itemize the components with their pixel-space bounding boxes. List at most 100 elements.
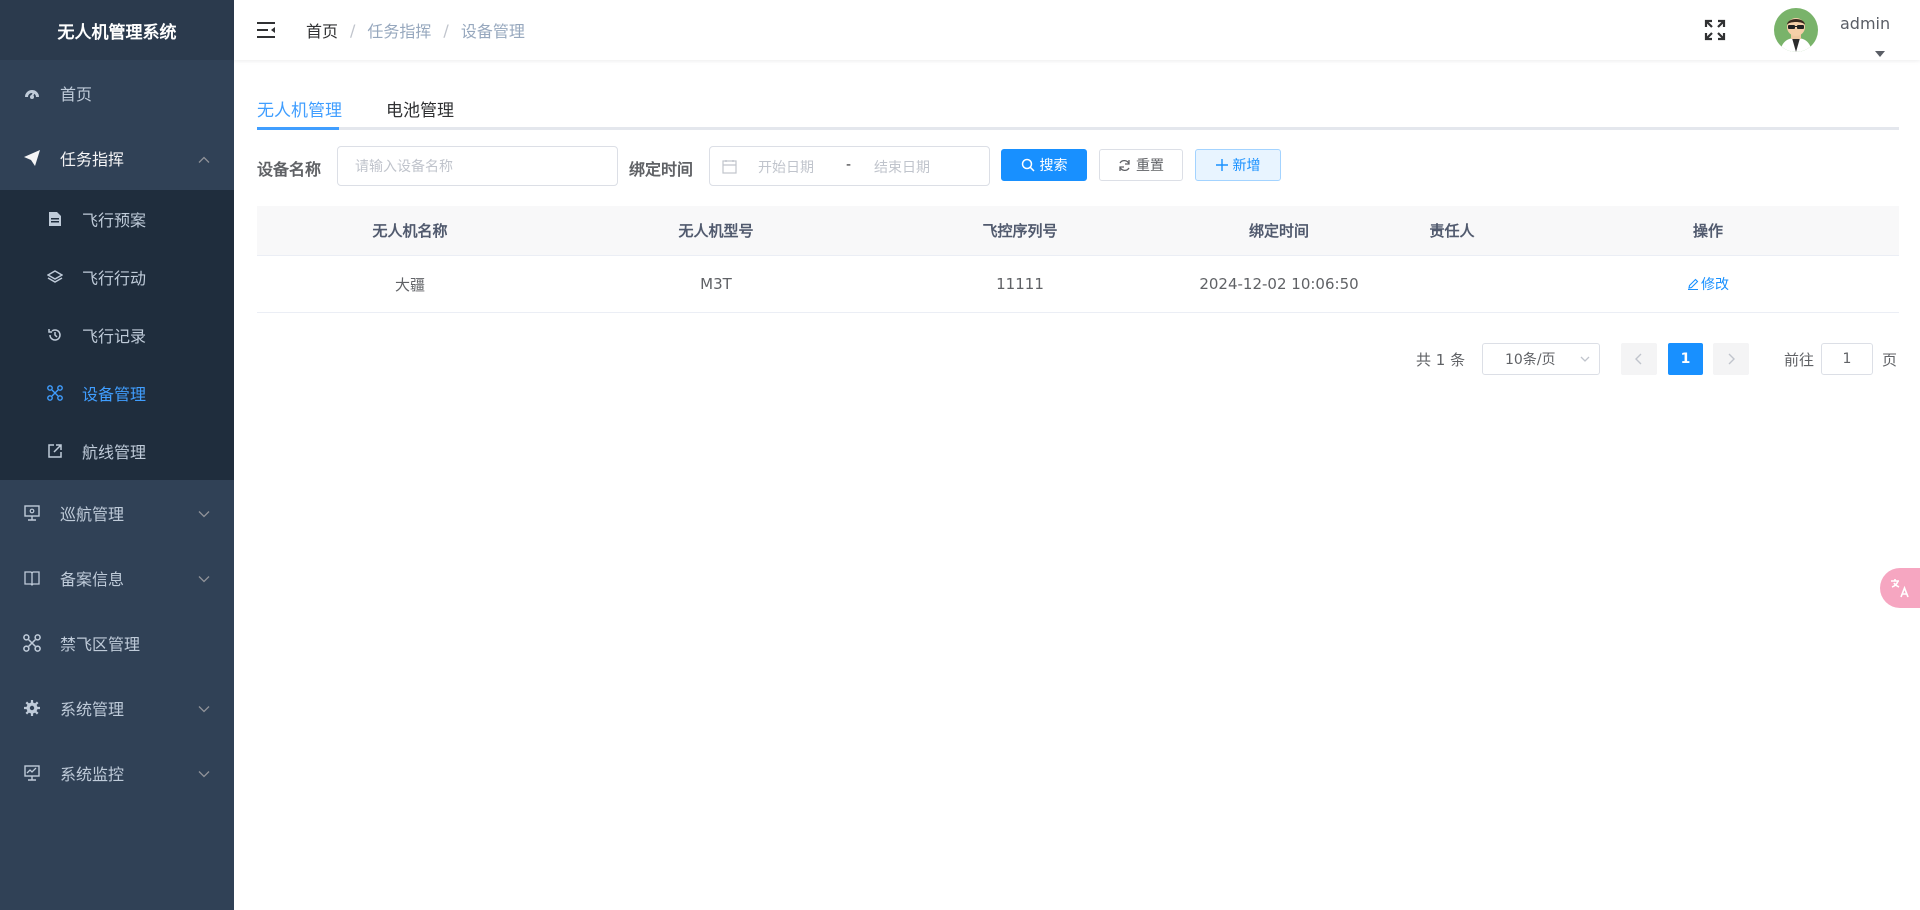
- sidebar-item-route-management[interactable]: 航线管理: [0, 422, 234, 480]
- sidebar-item-mission-command[interactable]: 任务指挥: [0, 125, 234, 190]
- search-button[interactable]: 搜索: [1001, 149, 1087, 181]
- fullscreen-icon[interactable]: [1702, 17, 1728, 43]
- sidebar-item-label: 任务指挥: [60, 149, 125, 169]
- refresh-icon: [1118, 159, 1131, 172]
- add-button[interactable]: 新增: [1195, 149, 1281, 181]
- edit-icon: [1687, 278, 1699, 290]
- send-icon: [22, 148, 42, 168]
- goto-page-input[interactable]: 1: [1821, 343, 1873, 375]
- breadcrumb-current: 设备管理: [460, 22, 525, 41]
- pagination-total: 共 1 条: [1416, 351, 1466, 369]
- username: admin: [1840, 14, 1891, 33]
- bind-time-label: 绑定时间: [629, 160, 694, 179]
- chevron-down-icon: [198, 698, 210, 717]
- layers-icon: [46, 268, 64, 286]
- chevron-down-icon: [198, 503, 210, 522]
- cell-serial: 11111: [996, 275, 1044, 293]
- search-icon: [1021, 158, 1035, 172]
- chevron-down-icon: [198, 568, 210, 587]
- cell-model: M3T: [700, 275, 732, 293]
- reset-button[interactable]: 重置: [1099, 149, 1183, 181]
- next-page-button[interactable]: [1713, 343, 1749, 375]
- calendar-icon: [722, 159, 737, 178]
- chevron-down-icon: [198, 763, 210, 782]
- avatar[interactable]: [1774, 8, 1818, 52]
- breadcrumb: 首页 / 任务指挥 / 设备管理: [306, 18, 525, 42]
- pagination: 共 1 条 10条/页 1 前往 1 页: [234, 343, 1920, 375]
- sidebar-item-label: 航线管理: [82, 443, 147, 462]
- sidebar-item-label: 系统管理: [60, 699, 125, 719]
- sidebar-item-cruise-management[interactable]: 巡航管理: [0, 480, 234, 545]
- chevron-right-icon: [1727, 350, 1735, 369]
- cell-owner: [1387, 256, 1517, 312]
- cell-actions: 修改: [1517, 256, 1899, 312]
- sidebar: 无人机管理系统 首页 任务指挥 飞行预案 飞行行动 飞行记录 设备管理 航线管理…: [0, 0, 234, 910]
- sidebar-item-system-management[interactable]: 系统管理: [0, 675, 234, 740]
- page-size-select[interactable]: 10条/页: [1482, 343, 1600, 375]
- drone-icon: [22, 633, 42, 653]
- sidebar-item-system-monitor[interactable]: 系统监控: [0, 740, 234, 805]
- goto-label: 前往: [1784, 351, 1815, 369]
- column-header-model: 无人机型号: [678, 222, 754, 240]
- main-content: 无人机管理 电池管理 设备名称 请输入设备名称 绑定时间 开始日期 - 结束日期: [234, 60, 1920, 910]
- tab-drone-management[interactable]: 无人机管理: [257, 96, 342, 121]
- page-number-current[interactable]: 1: [1668, 343, 1703, 375]
- sidebar-item-filing-info[interactable]: 备案信息: [0, 545, 234, 610]
- cell-name: 大疆: [394, 275, 425, 294]
- caret-down-icon: [1875, 42, 1885, 61]
- breadcrumb-home[interactable]: 首页: [306, 18, 338, 42]
- breadcrumb-separator: /: [350, 20, 356, 40]
- page-size-value: 10条/页: [1505, 352, 1556, 368]
- sidebar-item-flight-record[interactable]: 飞行记录: [0, 306, 234, 364]
- sidebar-item-flight-action[interactable]: 飞行行动: [0, 248, 234, 306]
- sidebar-item-flight-plan[interactable]: 飞行预案: [0, 190, 234, 248]
- chevron-down-icon: [1579, 352, 1591, 370]
- tab-battery-management[interactable]: 电池管理: [386, 96, 454, 121]
- cell-bind-time: 2024-12-02 10:06:50: [1199, 275, 1359, 293]
- sidebar-item-label: 飞行预案: [82, 211, 147, 230]
- menu-toggle-icon[interactable]: [254, 18, 278, 42]
- prev-page-button[interactable]: [1621, 343, 1657, 375]
- breadcrumb-mission-command: 任务指挥: [367, 22, 432, 41]
- dashboard-icon: [22, 83, 42, 103]
- document-icon: [46, 210, 64, 228]
- monitor-chart-icon: [22, 763, 42, 783]
- date-range-separator: -: [846, 157, 852, 173]
- start-date-placeholder: 开始日期: [758, 160, 814, 176]
- sidebar-item-no-fly-zone[interactable]: 禁飞区管理: [0, 610, 234, 675]
- device-name-placeholder: 请输入设备名称: [355, 159, 453, 175]
- search-button-label: 搜索: [1039, 158, 1068, 174]
- history-icon: [46, 326, 64, 344]
- chevron-left-icon: [1635, 350, 1643, 369]
- sidebar-item-device-management[interactable]: 设备管理: [0, 364, 234, 422]
- plus-icon: [1215, 159, 1228, 171]
- column-header-name: 无人机名称: [372, 222, 448, 240]
- external-link-icon: [46, 442, 64, 460]
- sidebar-item-label: 禁飞区管理: [60, 634, 141, 654]
- book-icon: [22, 568, 42, 588]
- column-header-serial: 飞控序列号: [982, 222, 1058, 240]
- sidebar-item-label: 飞行行动: [82, 269, 147, 288]
- translate-icon[interactable]: [1880, 568, 1920, 608]
- sidebar-item-label: 巡航管理: [60, 504, 125, 524]
- table-row: 大疆 M3T 11111 2024-12-02 10:06:50 修改: [257, 256, 1899, 313]
- edit-button-label: 修改: [1701, 277, 1729, 293]
- column-header-actions: 操作: [1692, 222, 1723, 240]
- app-root: 无人机管理系统 首页 任务指挥 飞行预案 飞行行动 飞行记录 设备管理 航线管理…: [0, 0, 1920, 910]
- edit-button[interactable]: 修改: [1687, 274, 1729, 294]
- sidebar-item-home[interactable]: 首页: [0, 60, 234, 125]
- device-name-label: 设备名称: [257, 160, 322, 179]
- sidebar-item-label: 系统监控: [60, 764, 125, 784]
- sidebar-item-label: 备案信息: [60, 569, 125, 589]
- tabs: 无人机管理 电池管理: [257, 60, 1899, 130]
- search-form: 设备名称 请输入设备名称 绑定时间 开始日期 - 结束日期 搜索 重置 新增: [257, 146, 1899, 186]
- bind-time-range-picker[interactable]: 开始日期 - 结束日期: [709, 146, 990, 186]
- breadcrumb-separator: /: [443, 20, 449, 40]
- tab-active-indicator: [257, 127, 339, 130]
- navbar: 首页 / 任务指挥 / 设备管理 admin: [234, 0, 1920, 60]
- device-name-input[interactable]: 请输入设备名称: [337, 146, 618, 186]
- gear-icon: [22, 698, 42, 718]
- reset-button-label: 重置: [1136, 158, 1164, 174]
- drone-icon: [46, 384, 64, 402]
- user-dropdown[interactable]: admin: [1818, 0, 1920, 60]
